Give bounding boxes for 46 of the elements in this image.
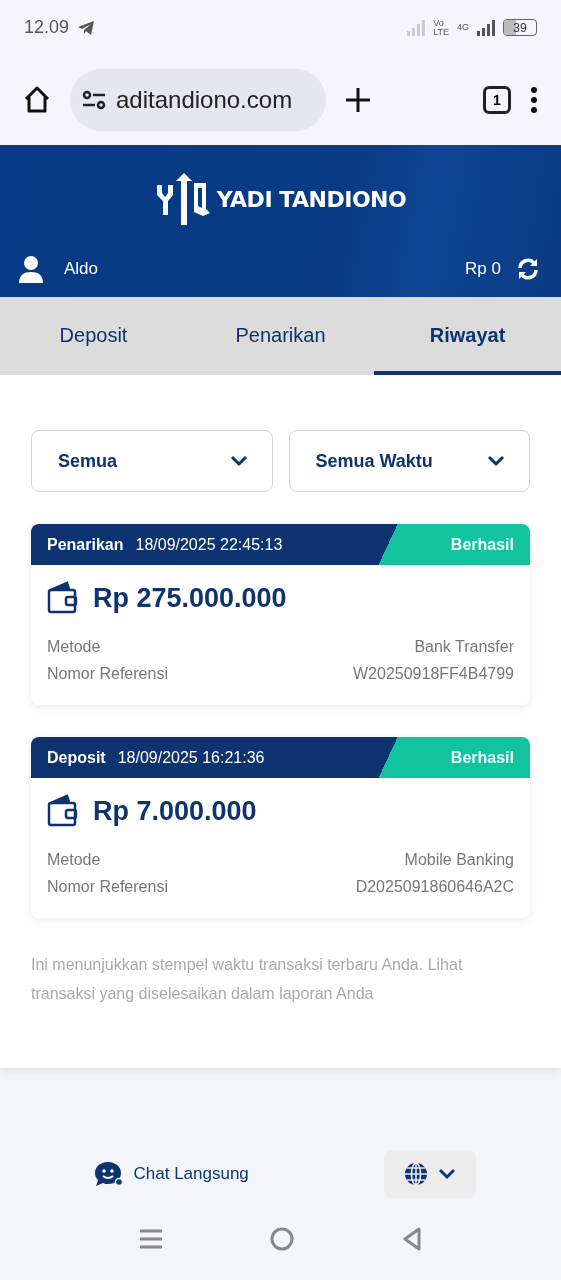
transaction-amount: Rp 275.000.000 [93, 582, 287, 614]
tab[interactable]: Deposit [0, 297, 187, 375]
detail-label: Metode [47, 850, 101, 870]
detail-value: D2025091860646A2C [355, 877, 514, 897]
signal-icon [477, 19, 495, 36]
network-label: 4G [457, 23, 469, 32]
address-bar[interactable]: aditandiono.com [70, 69, 326, 131]
status-time: 12.09 [24, 17, 70, 38]
transaction-amount: Rp 7.000.000 [93, 795, 257, 827]
detail-label: Nomor Referensi [47, 877, 168, 897]
detail-value: Bank Transfer [414, 637, 514, 657]
user-icon [18, 255, 44, 283]
battery-icon: 39 [503, 19, 537, 36]
brand-name: YADI TANDIONO [216, 186, 407, 212]
status-badge: Berhasil [375, 524, 530, 565]
chevron-down-icon [437, 1168, 456, 1180]
filter-dropdown[interactable]: Semua [31, 430, 273, 492]
tab[interactable]: Penarikan [187, 297, 374, 375]
telegram-icon [77, 19, 96, 36]
detail-label: Metode [47, 637, 101, 657]
detail-label: Nomor Referensi [47, 664, 168, 684]
transaction-type: Deposit [47, 748, 106, 767]
detail-value: W20250918FF4B4799 [353, 664, 514, 684]
wallet-icon [47, 581, 79, 615]
transaction-type: Penarikan [47, 535, 124, 554]
signal-icon [407, 19, 426, 36]
username: Aldo [64, 259, 99, 279]
wallet-icon [47, 794, 79, 828]
logo-icon [154, 171, 211, 227]
status-badge: Berhasil [375, 737, 530, 778]
balance: Rp 0 [465, 259, 501, 279]
globe-icon [403, 1162, 428, 1186]
transaction-datetime: 18/09/2025 22:45:13 [135, 535, 283, 554]
chat-bubble-icon [93, 1161, 124, 1187]
site-settings-icon [82, 90, 106, 110]
tab-count-button[interactable]: 1 [483, 86, 511, 114]
transaction-datetime: 18/09/2025 16:21:36 [117, 748, 265, 767]
chevron-down-icon [229, 455, 248, 467]
detail-value: Mobile Banking [404, 850, 514, 870]
language-button[interactable] [383, 1150, 476, 1198]
live-chat-button[interactable]: Chat Langsung [93, 1161, 249, 1187]
filter-dropdown[interactable]: Semua Waktu [288, 430, 530, 492]
chevron-down-icon [487, 455, 505, 467]
volte-label: Vo LTE [433, 18, 449, 37]
more-vertical-icon [529, 86, 539, 114]
history-note: Ini menunjukkan stempel waktu transaksi terbaru Anda. Lihat transaksi yang diselesaikan dalam laporan Anda [31, 955, 464, 1004]
